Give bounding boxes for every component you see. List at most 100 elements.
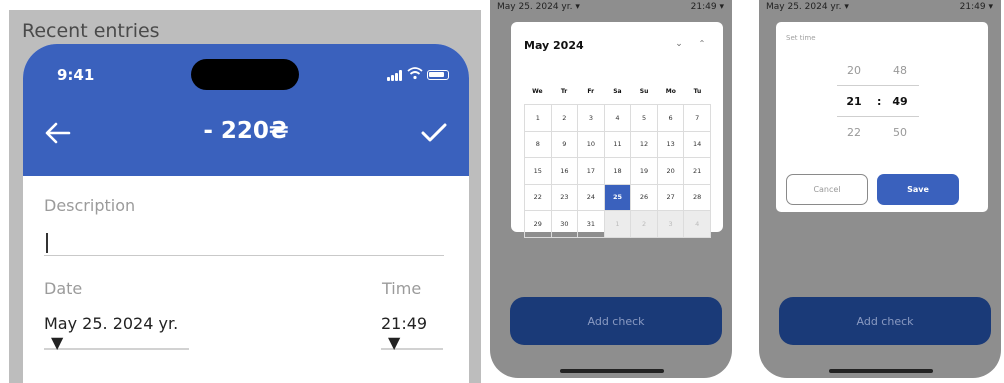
calendar-day-outside-month: 4: [683, 210, 711, 238]
text-caret: [46, 233, 48, 253]
calendar-day[interactable]: 29: [524, 210, 552, 238]
calendar-day[interactable]: 21: [683, 157, 711, 185]
status-time: 21:49 ▾: [690, 2, 724, 12]
calendar-day[interactable]: 18: [603, 157, 632, 185]
wifi-icon: [407, 67, 423, 80]
status-date: May 25. 2024 yr. ▾: [766, 2, 849, 12]
date-dropdown[interactable]: May 25. 2024 yr.▼: [44, 314, 189, 352]
dimmed-screen: May 25. 2024 yr. ▾ 21:49 ▾ May 2024 ⌄ ⌃ …: [490, 0, 732, 378]
calendar-day[interactable]: 27: [656, 183, 685, 211]
hour-option[interactable]: 22: [842, 126, 866, 139]
checkmark-icon[interactable]: [419, 120, 449, 146]
time-picker-dialog: Set time 20 48 21 : 49 22 50 Cancel Save: [776, 22, 988, 212]
home-indicator: [560, 369, 664, 373]
calendar-day[interactable]: 17: [577, 157, 605, 185]
calendar-day[interactable]: 16: [550, 157, 579, 185]
calendar-day[interactable]: 31: [577, 210, 605, 238]
calendar-day[interactable]: 30: [550, 210, 579, 238]
weekday-label: Su: [639, 88, 649, 95]
calendar-day[interactable]: 19: [630, 157, 658, 185]
weekday-label: Tr: [560, 88, 568, 95]
calendar-day[interactable]: 13: [656, 130, 685, 158]
calendar-day-outside-month: 1: [603, 210, 632, 238]
calendar-week-row: 1234567: [524, 104, 711, 132]
minute-option[interactable]: 50: [888, 126, 912, 139]
add-check-button[interactable]: Add check: [510, 297, 722, 345]
weekday-label: Mo: [665, 88, 676, 95]
description-label: Description: [44, 196, 136, 215]
signal-icon: [387, 70, 403, 81]
dynamic-island: [191, 59, 299, 90]
dimmed-screen: May 25. 2024 yr. ▾ 21:49 ▾ Set time 20 4…: [759, 0, 1001, 378]
calendar-day[interactable]: 11: [603, 130, 632, 158]
hour-selected[interactable]: 21: [842, 95, 866, 108]
calendar-week-row: 8 9 10 11 12 13 14: [524, 130, 711, 158]
calendar-day[interactable]: 5: [630, 104, 658, 132]
dropdown-triangle-icon: ▼: [51, 333, 64, 352]
calendar-grid: 1 2 3 4 5 6 7 8 9 10 11 12 13 14 15 16 17 18 19 20 21 22 23 24 2…: [524, 104, 711, 238]
calendar-week-row: 29 30 31 1 2 3 4: [524, 210, 711, 238]
panel-time-picker: May 25. 2024 yr. ▾ 21:49 ▾ Set time 20 4…: [756, 0, 1004, 383]
panel-transaction-editor: Recent entries 9:41 - 220₴ Description D…: [9, 10, 481, 383]
weekday-label: We: [532, 88, 543, 95]
status-date: May 25. 2024 yr. ▾: [497, 2, 580, 12]
calendar-day[interactable]: 22: [524, 183, 552, 211]
calendar-day[interactable]: 10: [577, 130, 605, 158]
minute-option[interactable]: 48: [888, 64, 912, 77]
recent-entries-heading: Recent entries: [22, 20, 160, 42]
hour-option[interactable]: 20: [842, 64, 866, 77]
calendar-day[interactable]: 20: [656, 157, 685, 185]
calendar-day-selected[interactable]: 25: [603, 183, 632, 211]
calendar-day[interactable]: 15: [524, 157, 552, 185]
set-time-label: Set time: [786, 34, 816, 42]
weekday-header: We Tr Fr Sa Su Mo Tu: [524, 88, 711, 95]
calendar-month-title: May 2024: [524, 39, 584, 52]
add-check-button[interactable]: Add check: [779, 297, 991, 345]
calendar-day[interactable]: 7: [683, 104, 711, 132]
battery-icon: [427, 70, 449, 80]
calendar-day[interactable]: 1: [524, 104, 552, 132]
calendar-day[interactable]: 2: [550, 104, 579, 132]
weekday-label: Fr: [587, 88, 595, 95]
calendar-day[interactable]: 28: [683, 183, 711, 211]
chevron-up-icon[interactable]: ⌃: [695, 37, 709, 51]
calendar-day[interactable]: 24: [577, 183, 605, 211]
calendar-day[interactable]: 26: [630, 183, 658, 211]
weekday-label: Tu: [693, 88, 702, 95]
calendar-day[interactable]: 3: [577, 104, 605, 132]
chevron-down-icon[interactable]: ⌄: [672, 37, 686, 51]
weekday-label: Sa: [613, 88, 622, 95]
header-bar: 9:41 - 220₴: [23, 44, 469, 176]
calendar-day-outside-month: 3: [656, 210, 685, 238]
time-label: Time: [382, 279, 422, 298]
phone-screen: 9:41 - 220₴ Description Date Time May 25…: [23, 44, 469, 383]
status-time: 21:49 ▾: [959, 2, 993, 12]
date-value: May 25. 2024 yr.: [44, 314, 179, 333]
description-input[interactable]: [44, 226, 444, 256]
time-separator: :: [877, 95, 882, 108]
calendar-day[interactable]: 23: [550, 183, 579, 211]
time-value: 21:49: [381, 314, 428, 333]
calendar-day[interactable]: 6: [656, 104, 685, 132]
date-label: Date: [44, 279, 83, 298]
calendar-day[interactable]: 4: [603, 104, 632, 132]
calendar-day[interactable]: 9: [550, 130, 579, 158]
calendar-week-row: 15 16 17 18 19 20 21: [524, 157, 711, 185]
minute-selected[interactable]: 49: [888, 95, 912, 108]
home-indicator: [829, 369, 933, 373]
dropdown-triangle-icon: ▼: [388, 333, 401, 352]
calendar-popup: May 2024 ⌄ ⌃ We Tr Fr Sa Su Mo Tu 1 2 3 4 5 6 7 8 9 10 1…: [511, 22, 723, 238]
calendar-day-outside-month: 2: [630, 210, 658, 238]
panel-date-picker: May 25. 2024 yr. ▾ 21:49 ▾ May 2024 ⌄ ⌃ …: [487, 0, 735, 383]
amount-display: - 220₴: [203, 118, 289, 144]
cancel-button[interactable]: Cancel: [786, 174, 868, 205]
status-time: 9:41: [57, 66, 95, 84]
calendar-day[interactable]: 14: [683, 130, 711, 158]
time-dropdown[interactable]: 21:49▼: [381, 314, 443, 352]
save-button[interactable]: Save: [877, 174, 959, 205]
screenshot-collage: Recent entries 9:41 - 220₴ Description D…: [0, 0, 1004, 383]
calendar-day[interactable]: 12: [630, 130, 658, 158]
calendar-week-row: 22 23 24 25 26 27 28: [524, 183, 711, 211]
selection-divider: [837, 85, 919, 86]
calendar-day[interactable]: 8: [524, 130, 552, 158]
